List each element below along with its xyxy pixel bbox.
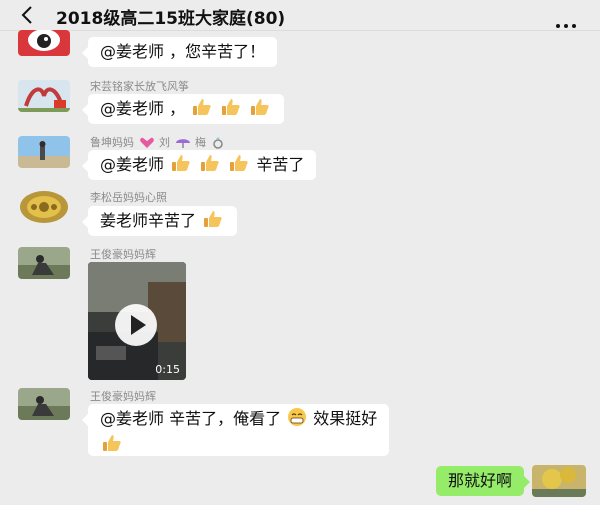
thumbs-up-icon [251,99,270,115]
chat-title: 2018级高二15班大家庭(80) [56,9,286,29]
message-bubble: 姜老师辛苦了 [81,206,238,236]
avatar[interactable] [18,247,70,279]
thumbs-up-icon [201,155,219,171]
grin-emoji-icon [288,408,307,426]
sender-name: 宋芸铭家长放飞风筝 [90,80,189,93]
thumbs-up-icon [204,211,222,227]
message-text: 效果挺好 [313,409,378,428]
message-text: @姜老师 ，您辛苦了！ [100,42,266,61]
chevron-left-icon[interactable] [16,3,40,27]
thumbs-up-icon [222,99,240,115]
more-dots-icon[interactable] [556,13,580,28]
message-text: @姜老师 ， [100,99,186,118]
sender-name: 王俊豪妈妈辉 [90,248,156,261]
heart-ribbon-icon [139,137,154,148]
play-icon[interactable] [113,302,159,348]
thumbs-up-icon [193,99,211,115]
message-bubble: @姜老师 ， [81,94,285,124]
top-bar: 2018级高二15班大家庭(80) [0,0,600,31]
self-avatar[interactable] [532,465,586,497]
message-bubble: @姜老师 ，您辛苦了！ [81,37,278,67]
avatar[interactable] [18,80,70,112]
self-message-bubble: 那就好啊 [435,466,531,496]
avatar[interactable] [18,30,70,56]
ring-icon [212,137,223,149]
umbrella-icon [175,139,190,148]
sender-name: 鲁坤妈妈 刘 梅 [90,134,226,150]
sender-name: 王俊豪妈妈辉 [90,390,156,403]
message-text: @姜老师 [100,155,165,174]
avatar[interactable] [18,388,70,420]
video-duration: 0:15 [155,363,180,376]
sender-name: 李松岳妈妈心照 [90,191,167,204]
thumbs-up-icon [230,155,248,171]
message-bubble: @姜老师 辛苦了 [81,150,317,180]
message-text: 那就好啊 [447,471,512,490]
video-message[interactable]: 0:15 [88,262,186,380]
message-text: 辛苦了 [256,155,305,174]
message-text: @姜老师 辛苦了，俺看了 [100,409,282,428]
avatar[interactable] [18,190,70,224]
avatar[interactable] [18,136,70,168]
message-text: 姜老师辛苦了 [100,211,197,230]
message-bubble: @姜老师 辛苦了，俺看了 效果挺好 [81,404,390,456]
thumbs-up-icon [103,435,121,451]
thumbs-up-icon [172,155,190,171]
